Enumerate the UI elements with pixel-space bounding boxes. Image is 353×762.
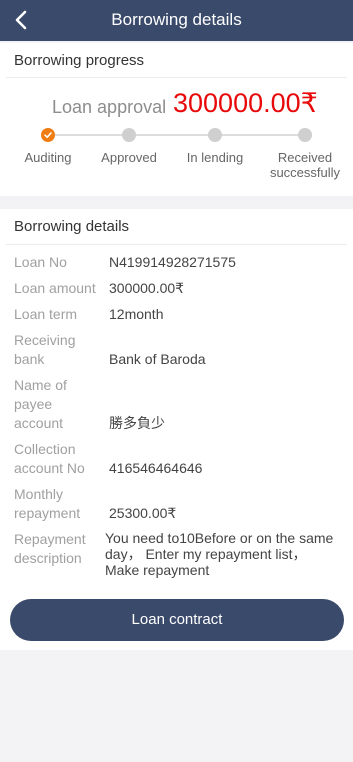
collection-account-value: 416546464646 [109,460,203,476]
loan-no-label: Loan No [14,254,67,270]
loan-contract-button[interactable]: Loan contract [10,599,344,641]
loan-amount-label: Loan amount [14,280,96,296]
divider [6,244,347,245]
loan-term-label: Loan term [14,306,78,322]
progress-track [55,134,129,136]
progress-track [136,134,209,136]
step-label-approved: Approved [101,150,157,165]
borrowing-details-card: Borrowing details Loan No N4199149282715… [0,209,353,590]
loan-approval-amount: 300000.00₹ [173,88,318,118]
payee-name-label: Name of payee account [14,377,67,431]
monthly-repayment-value: 25300.00₹ [109,505,177,521]
step-auditing-done-icon [41,128,55,142]
collection-account-label: Collection account No [14,441,85,476]
step-label-received: Received successfully [269,150,341,180]
loan-no-value: N419914928271575 [109,254,236,270]
repayment-description-label: Repayment description [14,531,86,566]
divider [6,77,347,78]
monthly-repayment-label: Monthly repayment [14,486,81,521]
receiving-bank-label: Receiving bank [14,332,76,367]
progress-track [222,134,298,136]
progress-section-title: Borrowing progress [14,52,145,69]
loan-term-value: 12month [109,306,164,322]
step-label-in-lending: In lending [186,150,244,165]
step-in-lending-dot [208,128,222,142]
step-label-auditing: Auditing [24,150,72,165]
receiving-bank-value: Bank of Baroda [109,351,206,367]
top-bar: Borrowing details [0,0,353,41]
step-approved-dot [122,128,136,142]
loan-amount-value: 300000.00₹ [109,280,185,296]
step-received-dot [298,128,312,142]
payee-name-value: 勝多負少 [109,415,165,431]
borrowing-progress-card: Borrowing progress Loan approval 300000.… [0,43,353,196]
loan-approval-label: Loan approval [52,97,167,117]
repayment-description-value: You need to10Before or on the same day， … [105,530,334,578]
details-section-title: Borrowing details [14,218,130,235]
page-title: Borrowing details [111,10,242,29]
